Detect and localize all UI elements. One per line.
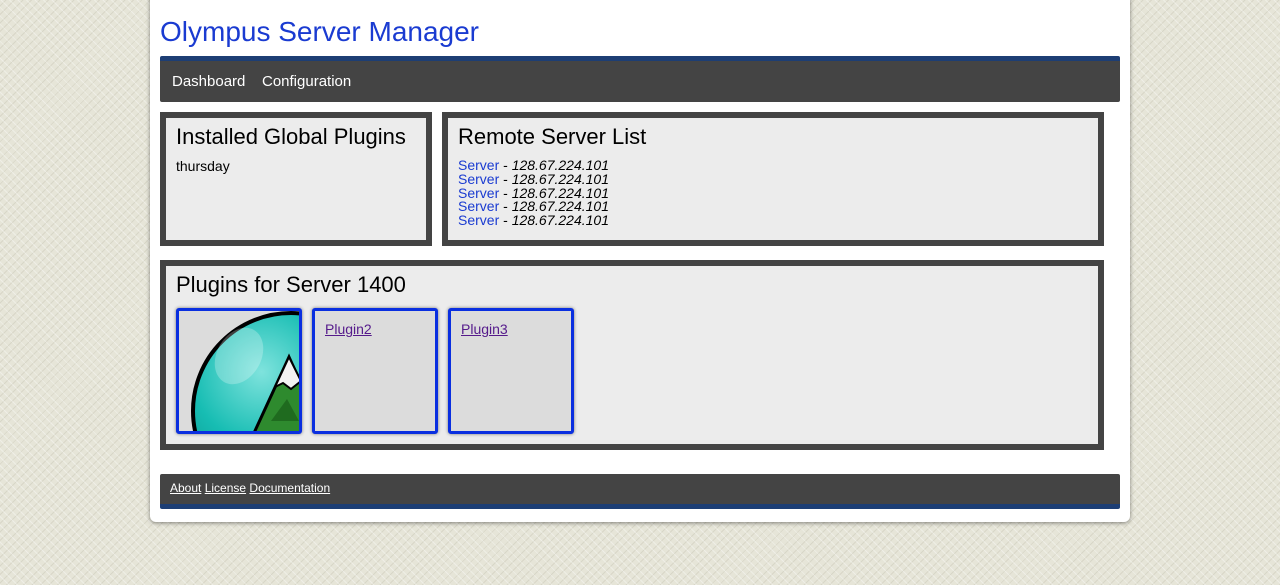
global-plugins-panel: Installed Global Plugins thursday bbox=[160, 112, 432, 246]
server-separator: - bbox=[503, 212, 508, 228]
footer-bar: About License Documentation bbox=[160, 474, 1120, 509]
plugin-tile-logo[interactable] bbox=[176, 308, 302, 434]
nav-dashboard[interactable]: Dashboard bbox=[172, 73, 245, 90]
mountain-logo-icon bbox=[191, 311, 299, 431]
footer-license-link[interactable]: License bbox=[205, 481, 246, 495]
server-row: Server - 128.67.224.101 bbox=[458, 212, 610, 228]
server-list: Server - 128.67.224.101 Server - 128.67.… bbox=[458, 158, 610, 228]
nav-bar: Dashboard Configuration bbox=[160, 56, 1120, 102]
remote-servers-title: Remote Server List bbox=[458, 124, 647, 149]
page-container: Olympus Server Manager Dashboard Configu… bbox=[150, 0, 1130, 522]
plugin-tile-plugin2[interactable]: Plugin2 bbox=[312, 308, 438, 434]
global-plugin-item: thursday bbox=[176, 158, 230, 174]
site-title[interactable]: Olympus Server Manager bbox=[160, 16, 479, 48]
footer-documentation-link[interactable]: Documentation bbox=[249, 481, 330, 495]
footer-about-link[interactable]: About bbox=[170, 481, 201, 495]
plugin-tile-plugin3[interactable]: Plugin3 bbox=[448, 308, 574, 434]
server-ip: 128.67.224.101 bbox=[511, 212, 610, 228]
plugin2-link[interactable]: Plugin2 bbox=[325, 321, 372, 337]
footer-links: About License Documentation bbox=[170, 481, 330, 495]
server-link[interactable]: Server bbox=[458, 212, 499, 228]
remote-servers-panel: Remote Server List Server - 128.67.224.1… bbox=[442, 112, 1104, 246]
plugin3-link[interactable]: Plugin3 bbox=[461, 321, 508, 337]
server-plugins-title: Plugins for Server 1400 bbox=[176, 272, 406, 297]
server-plugins-panel: Plugins for Server 1400 Plugin2 Plugin3 bbox=[160, 260, 1104, 450]
nav-configuration[interactable]: Configuration bbox=[262, 73, 351, 90]
global-plugins-title: Installed Global Plugins bbox=[176, 124, 406, 149]
